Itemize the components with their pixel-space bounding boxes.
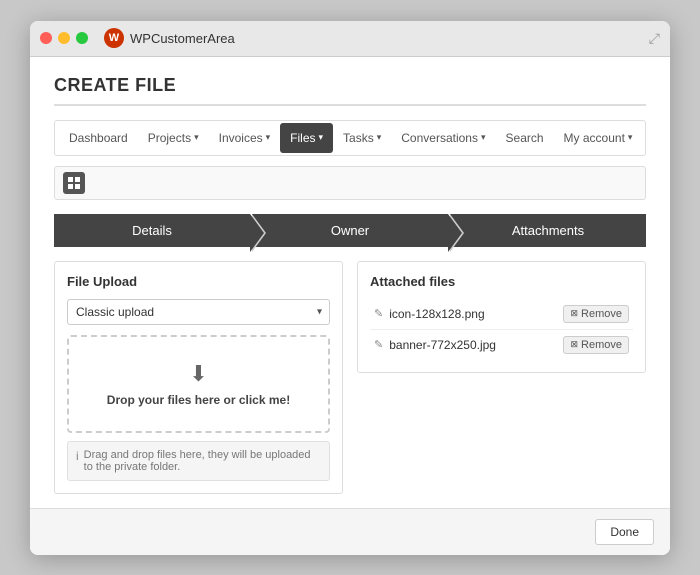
file-name: banner-772x250.jpg [389, 338, 557, 352]
chevron-down-icon: ▾ [628, 132, 633, 143]
hint-text: Drag and drop files here, they will be u… [84, 449, 321, 473]
page-title: CREATE FILE [54, 75, 646, 106]
remove-file-button[interactable]: ⊠ Remove [563, 336, 629, 354]
file-check-icon: ✎ [374, 307, 383, 320]
main-columns: File Upload Classic uploadFTP upload ▾ ⬇… [54, 261, 646, 494]
nav-item-myaccount[interactable]: My account ▾ [554, 123, 643, 153]
list-item: ✎ icon-128x128.png ⊠ Remove [370, 299, 633, 330]
file-name: icon-128x128.png [389, 307, 557, 321]
drop-zone-text: Drop your files here or click me! [85, 393, 312, 407]
toolbar-bar [54, 166, 646, 200]
chevron-down-icon: ▾ [377, 132, 382, 143]
remove-icon: ⊠ [570, 308, 578, 319]
drop-zone[interactable]: ⬇ Drop your files here or click me! [67, 335, 330, 433]
remove-file-button[interactable]: ⊠ Remove [563, 305, 629, 323]
grid-icon[interactable] [63, 172, 85, 194]
minimize-button[interactable] [58, 32, 70, 44]
file-upload-card: File Upload Classic uploadFTP upload ▾ ⬇… [54, 261, 343, 494]
list-item: ✎ banner-772x250.jpg ⊠ Remove [370, 330, 633, 360]
app-title: W WPCustomerArea [104, 28, 235, 48]
chevron-down-icon: ▾ [266, 132, 271, 143]
file-check-icon: ✎ [374, 338, 383, 351]
nav-item-search[interactable]: Search [496, 123, 554, 153]
page-content: CREATE FILE Dashboard Projects ▾ Invoice… [30, 57, 670, 494]
drop-hint: i Drag and drop files here, they will be… [67, 441, 330, 481]
steps-bar: Details Owner Attachments [54, 214, 646, 247]
nav-item-conversations[interactable]: Conversations ▾ [391, 123, 495, 153]
nav-item-dashboard[interactable]: Dashboard [59, 123, 138, 153]
attached-files-list: ✎ icon-128x128.png ⊠ Remove ✎ banner-772… [370, 299, 633, 360]
info-icon: i [76, 449, 79, 463]
footer-bar: Done [30, 508, 670, 555]
step-owner[interactable]: Owner [252, 214, 448, 247]
done-button[interactable]: Done [595, 519, 654, 545]
nav-item-projects[interactable]: Projects ▾ [138, 123, 209, 153]
maximize-button[interactable] [76, 32, 88, 44]
close-button[interactable] [40, 32, 52, 44]
chevron-down-icon: ▾ [319, 132, 324, 143]
nav-bar: Dashboard Projects ▾ Invoices ▾ Files ▾ … [54, 120, 646, 156]
upload-type-select[interactable]: Classic uploadFTP upload [67, 299, 330, 325]
wp-logo-icon: W [104, 28, 124, 48]
nav-item-files[interactable]: Files ▾ [280, 123, 333, 153]
expand-icon[interactable]: ⤢ [649, 30, 660, 47]
step-attachments[interactable]: Attachments [450, 214, 646, 247]
upload-icon: ⬇ [85, 361, 312, 387]
chevron-down-icon: ▾ [194, 132, 199, 143]
step-details[interactable]: Details [54, 214, 250, 247]
file-upload-title: File Upload [67, 274, 330, 289]
attached-files-section: Attached files ✎ icon-128x128.png ⊠ Remo… [357, 261, 646, 494]
attached-files-card: Attached files ✎ icon-128x128.png ⊠ Remo… [357, 261, 646, 373]
remove-icon: ⊠ [570, 339, 578, 350]
app-window: W WPCustomerArea ⤢ CREATE FILE Dashboard… [30, 21, 670, 555]
chevron-down-icon: ▾ [481, 132, 486, 143]
attached-files-title: Attached files [370, 274, 633, 289]
titlebar: W WPCustomerArea ⤢ [30, 21, 670, 57]
upload-type-select-wrapper: Classic uploadFTP upload ▾ [67, 299, 330, 325]
nav-item-tasks[interactable]: Tasks ▾ [333, 123, 391, 153]
file-upload-section: File Upload Classic uploadFTP upload ▾ ⬇… [54, 261, 343, 494]
nav-item-invoices[interactable]: Invoices ▾ [209, 123, 281, 153]
